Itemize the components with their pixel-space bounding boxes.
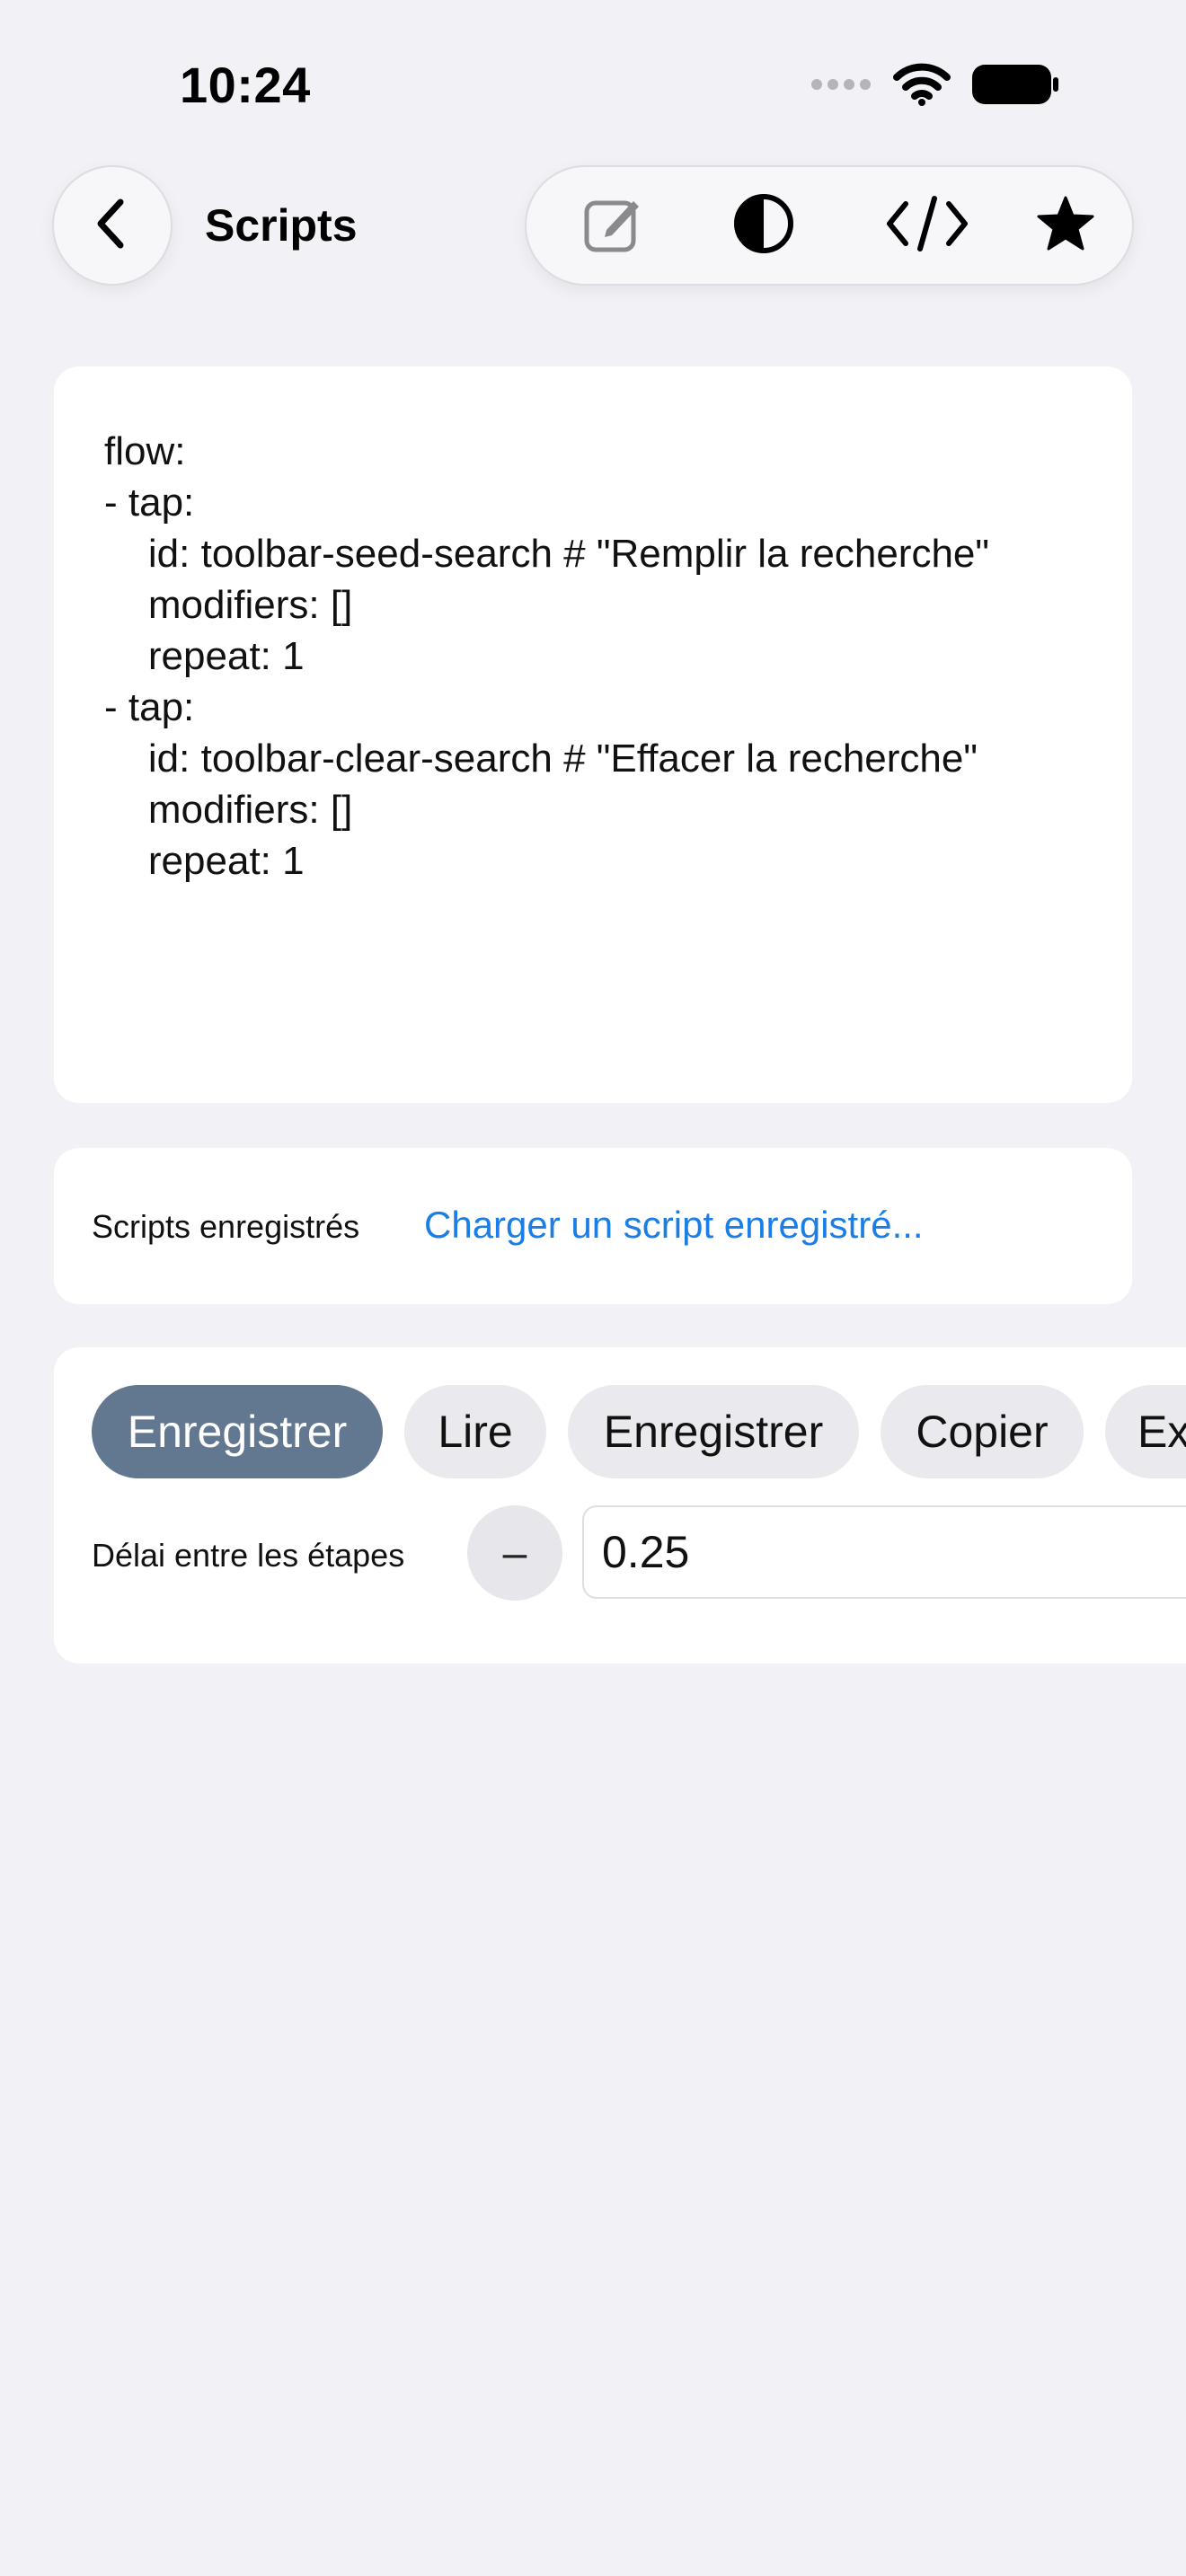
back-button[interactable]	[52, 165, 173, 286]
save-button[interactable]: Enregistrer	[568, 1385, 859, 1478]
delay-decrement-button[interactable]: –	[467, 1505, 562, 1601]
delay-input[interactable]: 0.25	[582, 1505, 1186, 1599]
edit-button[interactable]	[559, 167, 667, 284]
battery-icon	[970, 63, 1060, 106]
actions-card: Enregistrer Lire Enregistrer Copier Ex D…	[54, 1347, 1186, 1663]
edit-icon	[581, 192, 644, 260]
star-icon	[1037, 196, 1094, 256]
load-saved-script-link[interactable]: Charger un script enregistré...	[424, 1204, 924, 1247]
cellular-dots-icon	[810, 78, 873, 91]
play-button[interactable]: Lire	[404, 1385, 546, 1478]
delay-label: Délai entre les étapes	[92, 1537, 405, 1574]
favorite-button[interactable]	[1012, 167, 1120, 284]
toolbar	[525, 165, 1134, 286]
record-button[interactable]: Enregistrer	[92, 1385, 383, 1478]
page-title: Scripts	[205, 200, 358, 251]
chevron-left-icon	[90, 197, 135, 255]
copy-button[interactable]: Copier	[881, 1385, 1084, 1478]
code-icon	[884, 195, 970, 257]
export-button[interactable]: Ex	[1105, 1385, 1186, 1478]
screen: 10:24 Scripts flow: - tap: id: toolbar-s…	[0, 0, 1186, 2576]
saved-scripts-label: Scripts enregistrés	[92, 1208, 360, 1245]
script-editor[interactable]: flow: - tap: id: toolbar-seed-search # "…	[104, 426, 1093, 887]
contrast-button[interactable]	[710, 167, 818, 284]
wifi-icon	[893, 63, 951, 106]
status-time: 10:24	[180, 57, 311, 113]
contrast-icon	[731, 191, 796, 260]
script-editor-card: flow: - tap: id: toolbar-seed-search # "…	[54, 366, 1132, 1103]
code-button[interactable]	[873, 167, 981, 284]
status-icons	[810, 63, 1060, 106]
saved-scripts-card: Scripts enregistrés Charger un script en…	[54, 1148, 1132, 1304]
